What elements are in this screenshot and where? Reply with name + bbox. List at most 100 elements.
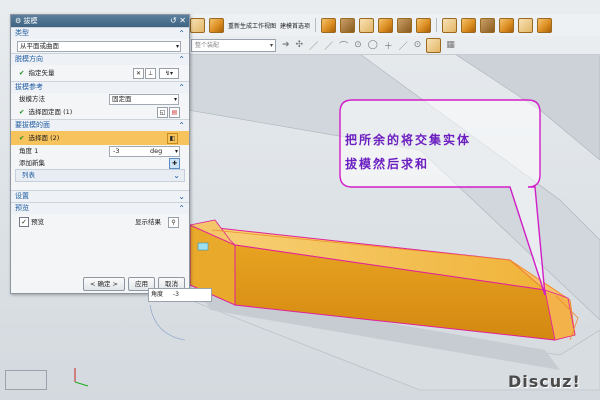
annotation-text: 把所余的将交集实体 拔模然后求和	[345, 128, 525, 176]
chevron-down-icon[interactable]: ⌄	[178, 191, 185, 202]
floating-angle-value: -3	[172, 291, 179, 298]
snap-cube-icon[interactable]	[426, 37, 442, 53]
select-face-row[interactable]: ✔ 选择面 (2) ◧	[11, 131, 189, 145]
annotation-line-2: 拔模然后求和	[345, 157, 430, 171]
plane-icon[interactable]: ◱	[157, 107, 168, 118]
shaded-view-icon[interactable]	[321, 17, 337, 33]
fixed-face-row[interactable]: ✔ 选择固定面 (1) ◱ ▤	[11, 105, 189, 119]
face-analysis-icon[interactable]	[416, 17, 432, 33]
plane-dialog-icon[interactable]: ▤	[169, 107, 180, 118]
dialog-title: 拔模	[23, 17, 38, 25]
chevron-up-icon[interactable]: ⌃	[178, 120, 185, 131]
select-fixed-face-label: 选择固定面 (1)	[28, 108, 73, 116]
arrow-right-icon[interactable]: ➔	[282, 40, 290, 50]
draft-dialog: ⚙ 拔模 ↺ ✕ 类型 ⌃ 从平面或曲面 脱模方向 ⌃ ✔ 指定矢量 ✕ ⊥ ↯…	[10, 14, 190, 294]
vector-dropdown-icon[interactable]: ↯▾	[159, 68, 179, 79]
section-settings-header[interactable]: 设置 ⌄	[11, 190, 189, 202]
preview-row: ✓ 预览 显示结果 ⚲	[11, 214, 189, 230]
chevron-up-icon[interactable]: ⌃	[178, 28, 185, 39]
shaded-edges-icon[interactable]	[340, 17, 356, 33]
section-preview-header[interactable]: 预览 ⌃	[11, 202, 189, 214]
selection-filter-value: 整个装配	[195, 41, 220, 49]
regen-view-icon[interactable]	[209, 17, 224, 33]
iso-view-icon[interactable]	[499, 17, 515, 33]
line-icon[interactable]: ／	[399, 39, 408, 52]
chevron-up-icon[interactable]: ⌃	[178, 82, 185, 93]
static-wire-icon[interactable]	[378, 17, 394, 33]
main-toolbar: 重新生成工作视图 建模首选项	[188, 14, 600, 37]
angle-label: 角度 1	[19, 147, 39, 155]
vector-reverse-icon[interactable]: ✕	[133, 68, 144, 79]
trimetric-view-icon[interactable]	[518, 17, 534, 33]
section-reference-header[interactable]: 拔模参考 ⌃	[11, 81, 189, 93]
floating-angle-input[interactable]: 角度 -3	[148, 288, 212, 302]
point-icon[interactable]: ⊙	[414, 40, 422, 50]
section-direction-header[interactable]: 脱模方向 ⌃	[11, 53, 189, 65]
direction-row[interactable]: ✔ 指定矢量 ✕ ⊥ ↯▾	[11, 65, 189, 81]
section-type-label: 类型	[15, 29, 29, 37]
check-icon: ✔	[19, 134, 25, 142]
magnifier-icon[interactable]: ⚲	[168, 217, 179, 228]
line-icon[interactable]: ／	[309, 39, 318, 52]
face-marker	[197, 242, 209, 251]
plus-icon[interactable]: ＋	[384, 39, 393, 52]
list-header[interactable]: 列表 ⌄	[15, 169, 185, 182]
top-view-icon[interactable]	[461, 17, 477, 33]
status-widget[interactable]	[5, 370, 47, 390]
dialog-title-bar[interactable]: ⚙ 拔模 ↺ ✕	[11, 15, 189, 27]
type-dropdown[interactable]: 从平面或曲面	[17, 41, 181, 52]
wireframe-view-icon[interactable]	[359, 17, 375, 33]
angle-value: -3	[113, 147, 120, 155]
draft-method-value: 固定面	[112, 95, 132, 103]
specify-vector-label: 指定矢量	[28, 69, 55, 77]
chevron-up-icon[interactable]: ⌃	[178, 54, 185, 65]
dialog-controls[interactable]: ↺ ✕	[170, 15, 186, 27]
draft-method-label: 拔模方法	[19, 95, 45, 103]
circle-point-icon[interactable]: ⊙	[354, 40, 362, 50]
angle-input[interactable]: -3 deg	[109, 146, 180, 157]
regen-view-label[interactable]: 重新生成工作视图	[228, 21, 276, 30]
front-view-icon[interactable]	[442, 17, 458, 33]
add-set-icon[interactable]: ✚	[169, 158, 180, 169]
show-result-label[interactable]: 显示结果	[135, 214, 161, 230]
studio-view-icon[interactable]	[397, 17, 413, 33]
vector-axis-icon[interactable]: ⊥	[145, 68, 156, 79]
check-icon: ✔	[19, 108, 25, 116]
section-direction-label: 脱模方向	[15, 55, 43, 63]
right-view-icon[interactable]	[480, 17, 496, 33]
tangent-icon[interactable]: ⌒	[339, 39, 348, 52]
list-body	[11, 182, 189, 190]
section-view-icon[interactable]	[537, 17, 553, 33]
face-select-icon[interactable]: ◧	[167, 133, 178, 144]
section-settings-label: 设置	[15, 192, 29, 200]
line-icon[interactable]: ／	[324, 39, 333, 52]
grid-icon[interactable]: ▦	[446, 40, 455, 50]
section-faces-header[interactable]: 要拔模的面 ⌃	[11, 119, 189, 131]
section-preview-label: 预览	[15, 204, 29, 212]
toolbar-divider	[436, 18, 438, 32]
section-type-header[interactable]: 类型 ⌃	[11, 27, 189, 39]
floating-angle-label: 角度	[151, 291, 164, 298]
section-faces-label: 要拔模的面	[15, 121, 50, 129]
add-set-label: 添加新集	[19, 159, 45, 167]
center-point-icon[interactable]: ◯	[368, 40, 378, 50]
snap-point-icon[interactable]: ✣	[296, 40, 304, 50]
add-set-row: 添加新集 ✚	[11, 157, 189, 169]
gear-icon: ⚙	[15, 17, 22, 25]
angle-row: 角度 1 -3 deg	[11, 145, 189, 157]
scene-prefs-label[interactable]: 建模首选项	[280, 21, 310, 30]
draft-method-row: 拔模方法 固定面	[11, 93, 189, 105]
ok-button[interactable]: < 确定 >	[82, 277, 125, 291]
draft-method-dropdown[interactable]: 固定面	[109, 94, 179, 105]
check-icon: ✔	[19, 69, 25, 77]
chevron-down-icon[interactable]: ⌄	[173, 170, 180, 181]
annotation-line-1: 把所余的将交集实体	[345, 133, 472, 147]
selection-filter-combo[interactable]: 整个装配	[191, 38, 276, 52]
view-cube-icon[interactable]	[190, 17, 205, 33]
list-label: 列表	[22, 171, 35, 179]
angle-unit: deg	[150, 147, 163, 155]
chevron-up-icon[interactable]: ⌃	[178, 203, 185, 214]
preview-checkbox-label: 预览	[31, 218, 45, 226]
section-reference-label: 拔模参考	[15, 83, 43, 91]
preview-checkbox[interactable]: ✓	[19, 217, 29, 227]
